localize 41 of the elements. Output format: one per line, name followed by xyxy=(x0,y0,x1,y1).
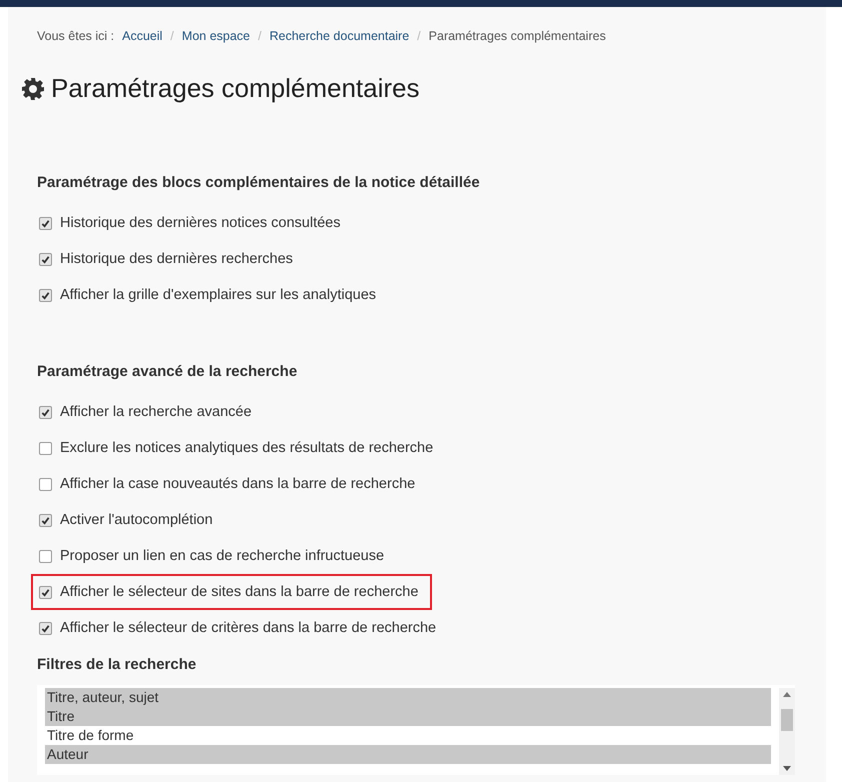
scrollbar[interactable] xyxy=(779,688,795,775)
checkbox[interactable] xyxy=(39,514,52,526)
checkbox[interactable] xyxy=(39,550,52,562)
scroll-thumb[interactable] xyxy=(781,709,793,731)
option-label: Exclure les notices analytiques des résultats de recherche xyxy=(60,440,434,456)
option-label: Afficher la grille d'exemplaires sur les analytiques xyxy=(60,287,376,303)
breadcrumb-current: Paramétrages complémentaires xyxy=(428,29,606,43)
list-option[interactable]: Titre, auteur, sujet xyxy=(45,688,771,707)
list-option[interactable]: Auteur xyxy=(45,745,771,764)
option-label: Afficher le sélecteur de critères dans la barre de recherche xyxy=(60,620,436,636)
filter-listbox[interactable]: Titre, auteur, sujet Titre Titre de forme Auteur xyxy=(37,685,795,775)
checkbox[interactable] xyxy=(39,586,52,598)
checkbox[interactable] xyxy=(39,252,52,266)
checkbox[interactable] xyxy=(39,216,52,230)
scroll-up-icon[interactable] xyxy=(783,692,791,697)
breadcrumb-link[interactable]: Mon espace xyxy=(182,29,250,43)
breadcrumb-separator: / xyxy=(170,29,174,43)
section-heading: Filtres de la recherche xyxy=(37,656,198,673)
settings-icon xyxy=(21,76,45,100)
breadcrumb-separator: / xyxy=(258,29,262,43)
breadcrumb-separator: / xyxy=(417,29,421,43)
breadcrumb-label: Vous êtes ici : xyxy=(37,29,114,43)
checkbox[interactable] xyxy=(39,478,52,490)
scroll-down-icon[interactable] xyxy=(783,766,791,771)
checkbox[interactable] xyxy=(39,406,52,418)
section-heading: Paramétrage des blocs complémentaires de la notice détaillée xyxy=(37,174,481,191)
breadcrumb-link[interactable]: Accueil xyxy=(122,29,162,43)
option-label: Afficher la recherche avancée xyxy=(60,404,252,420)
option-label: Afficher le sélecteur de sites dans la barre de recherche xyxy=(60,584,418,600)
option-label: Afficher la case nouveautés dans la barre de recherche xyxy=(60,476,416,492)
option-label: Historique des dernières notices consultées xyxy=(60,215,340,231)
checkbox[interactable] xyxy=(39,622,52,634)
option-label: Activer l'autocomplétion xyxy=(60,512,213,528)
option-label: Proposer un lien en cas de recherche infructueuse xyxy=(60,548,384,564)
option-label: Historique des dernières recherches xyxy=(60,251,293,267)
checkbox[interactable] xyxy=(39,288,52,302)
list-option[interactable]: Titre xyxy=(45,707,771,726)
page-title: Paramétrages complémentaires xyxy=(51,73,420,104)
breadcrumb-link[interactable]: Recherche documentaire xyxy=(270,29,410,43)
section-heading: Paramétrage avancé de la recherche xyxy=(37,363,298,380)
checkbox[interactable] xyxy=(39,442,52,454)
